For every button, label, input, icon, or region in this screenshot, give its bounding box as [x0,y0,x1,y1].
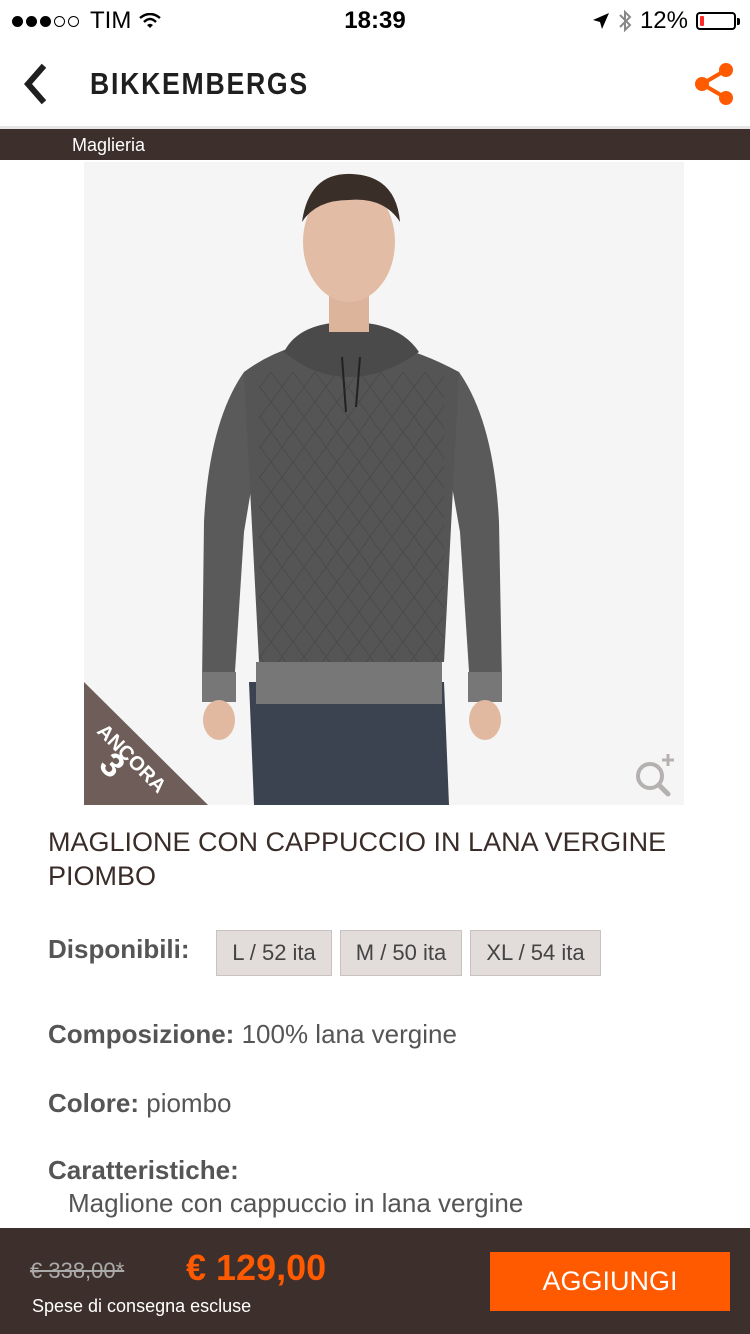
composition-value: 100% lana vergine [241,1019,457,1049]
brand-logo: BIKKEMBERGS [90,66,309,101]
size-option-m[interactable]: M / 50 ita [340,930,462,976]
location-icon [592,13,609,29]
bluetooth-icon [619,9,632,33]
color-row: Colore: piombo [48,1088,232,1119]
color-value: piombo [146,1088,232,1118]
features-row: Caratteristiche: [48,1155,239,1186]
features-value: Maglione con cappuccio in lana vergine [68,1188,524,1218]
color-label: Colore: [48,1088,139,1118]
composition-label: Composizione: [48,1019,235,1049]
purchase-bar: € 338,00* € 129,00 Spese di consegna esc… [0,1228,750,1334]
size-option-l[interactable]: L / 52 ita [216,930,332,976]
category-label: Maglieria [72,135,146,155]
size-option-xl[interactable]: XL / 54 ita [470,930,601,976]
shipping-note: Spese di consegna escluse [32,1296,252,1316]
status-right: 12% [592,7,740,35]
old-price: € 338,00* [30,1258,125,1283]
battery-icon [696,12,740,30]
composition-row: Composizione: 100% lana vergine [48,1019,457,1050]
nav-bar: BIKKEMBERGS [0,40,750,129]
stock-badge: ANCORA 3 [84,682,208,805]
back-chevron-icon[interactable] [20,62,60,106]
battery-percent: 12% [639,7,688,34]
status-bar: TIM 18:39 12% [0,0,750,40]
add-to-cart-button[interactable]: AGGIUNGI [490,1252,730,1311]
share-icon[interactable] [690,60,738,108]
available-label: Disponibili: [48,934,190,964]
product-title: MAGLIONE CON CAPPUCCIO IN LANA VERGINE P… [48,827,667,891]
zoom-icon[interactable] [632,752,678,798]
category-bar: Maglieria [0,129,750,160]
current-price: € 129,00 [186,1247,327,1288]
features-label: Caratteristiche: [48,1155,239,1185]
